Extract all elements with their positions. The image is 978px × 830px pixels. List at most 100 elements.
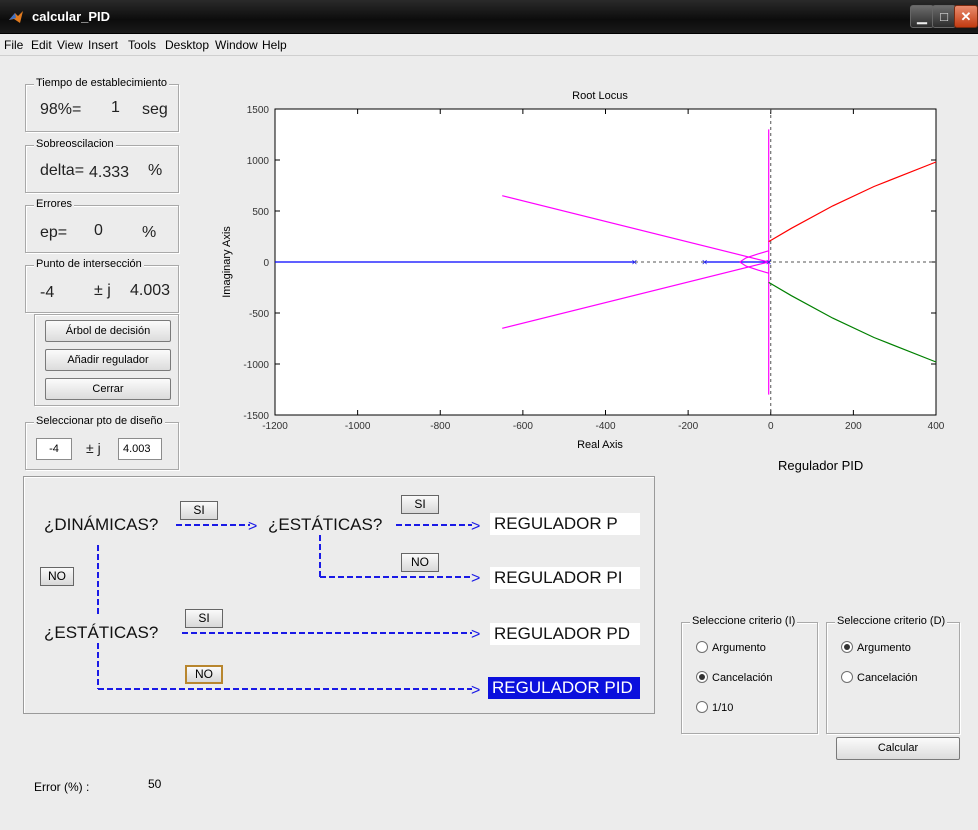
delta-value: 4.333: [89, 164, 130, 181]
x-tick-label: -600: [513, 421, 533, 432]
seleccionar-group: Seleccionar pto de diseño -4 ± j 4.003: [25, 415, 179, 470]
menu-bar: File Edit View Insert Tools Desktop Wind…: [0, 34, 978, 56]
menu-window[interactable]: Window: [215, 38, 258, 52]
window-title: calcular_PID: [32, 9, 111, 24]
root-locus-plot[interactable]: Root Locus Real Axis Imaginary Axis -120…: [200, 84, 960, 474]
real-part-input[interactable]: -4: [36, 438, 72, 460]
error-label: Error (%) :: [34, 780, 90, 794]
x-tick-label: -200: [678, 421, 698, 432]
radio-icon: [841, 671, 853, 683]
estaticas-question-2: ¿ESTÁTICAS?: [44, 623, 159, 642]
matlab-icon: [9, 11, 23, 23]
menu-view[interactable]: View: [57, 38, 83, 52]
errores-group: Errores ep= 0 %: [25, 198, 179, 253]
no-button-estaticas[interactable]: NO: [401, 553, 439, 572]
plot-xlabel: Real Axis: [577, 439, 623, 451]
x-tick-label: 0: [768, 421, 774, 432]
x-tick-label: 400: [928, 421, 945, 432]
tiempo-title: Tiempo de establecimiento: [34, 77, 170, 89]
tiempo-group: Tiempo de establecimiento 98%= 1 seg: [25, 77, 179, 132]
dinamicas-question: ¿DINÁMICAS?: [44, 515, 159, 534]
menu-file[interactable]: File: [4, 38, 23, 52]
criterio-i-1-10-label: 1/10: [712, 702, 734, 714]
regulador-pid-label: REGULADOR PID: [488, 677, 640, 699]
x-tick-label: 200: [845, 421, 862, 432]
arbol-decision-button[interactable]: Árbol de decisión: [45, 320, 171, 342]
x-tick-label: -1000: [345, 421, 371, 432]
y-tick-label: -1500: [243, 411, 269, 422]
regulador-pi-label: REGULADOR PI: [490, 567, 640, 589]
criterio-i-1-10[interactable]: 1/10: [696, 701, 733, 714]
interseccion-real: -4: [40, 284, 55, 301]
svg-text:>: >: [248, 518, 257, 535]
tiempo-unit: seg: [142, 101, 168, 118]
interseccion-title: Punto de intersección: [34, 258, 144, 270]
decision-tree-panel: > > > > > ¿DINÁMICAS? ¿ESTÁTICAS? ¿ESTÁT…: [23, 476, 655, 714]
criterio-i-group: Seleccione criterio (I) Argumento Cancel…: [681, 615, 818, 734]
ep-value: 0: [94, 222, 103, 239]
calcular-button[interactable]: Calcular: [836, 737, 960, 760]
x-tick-label: -400: [595, 421, 615, 432]
svg-text:>: >: [471, 626, 480, 643]
criterio-i-title: Seleccione criterio (I): [690, 615, 798, 627]
criterio-i-cancelacion-label: Cancelación: [712, 672, 773, 684]
menu-desktop[interactable]: Desktop: [165, 38, 209, 52]
title-bar: calcular_PID ▁ □ ✕: [0, 0, 978, 34]
criterio-d-cancelacion[interactable]: Cancelación: [841, 671, 918, 684]
x-tick-label: -1200: [262, 421, 288, 432]
criterio-d-argumento-label: Argumento: [857, 642, 911, 654]
criterio-d-cancelacion-label: Cancelación: [857, 672, 918, 684]
y-tick-label: -500: [249, 309, 269, 320]
pole-marker: ×: [766, 258, 772, 269]
seleccionar-pm: ± j: [86, 440, 101, 456]
no-button-dinamicas[interactable]: NO: [40, 567, 74, 586]
criterio-d-title: Seleccione criterio (D): [835, 615, 948, 627]
y-tick-label: 1500: [247, 105, 270, 116]
criterio-d-group: Seleccione criterio (D) Argumento Cancel…: [826, 615, 960, 734]
regulador-label: Regulador PID: [778, 458, 864, 473]
interseccion-pm: ± j: [94, 282, 111, 299]
close-button[interactable]: ✕: [954, 5, 978, 28]
regulador-pd-label: REGULADOR PD: [490, 623, 640, 645]
seleccionar-title: Seleccionar pto de diseño: [34, 415, 165, 427]
x-tick-label: -800: [430, 421, 450, 432]
criterio-i-cancelacion[interactable]: Cancelación: [696, 671, 773, 684]
plot-ylabel: Imaginary Axis: [221, 226, 233, 298]
svg-text:>: >: [471, 518, 480, 535]
delta-unit: %: [148, 162, 163, 179]
interseccion-group: Punto de intersección -4 ± j 4.003: [25, 258, 179, 313]
radio-selected-icon: [696, 671, 708, 683]
menu-help[interactable]: Help: [262, 38, 287, 52]
actions-panel: Árbol de decisión Añadir regulador Cerra…: [34, 314, 179, 406]
cerrar-button[interactable]: Cerrar: [45, 378, 171, 400]
si-button-dinamicas[interactable]: SI: [180, 501, 218, 520]
no-button-estaticas-2[interactable]: NO: [185, 665, 223, 684]
minimize-button[interactable]: ▁: [910, 5, 934, 28]
pole-marker: ×: [631, 258, 637, 269]
ep-unit: %: [142, 224, 157, 241]
pole-marker: ×: [702, 258, 708, 269]
interseccion-imag: 4.003: [130, 282, 171, 299]
errores-title: Errores: [34, 198, 75, 210]
anadir-regulador-button[interactable]: Añadir regulador: [45, 349, 171, 371]
svg-text:>: >: [471, 682, 480, 699]
radio-icon: [696, 641, 708, 653]
si-button-estaticas-2[interactable]: SI: [185, 609, 223, 628]
plot-title: Root Locus: [572, 90, 628, 102]
tiempo-value: 1: [111, 99, 120, 116]
imag-part-input[interactable]: 4.003: [118, 438, 162, 460]
svg-text:>: >: [471, 570, 480, 587]
criterio-i-argumento-label: Argumento: [712, 642, 766, 654]
menu-edit[interactable]: Edit: [31, 38, 52, 52]
si-button-estaticas[interactable]: SI: [401, 495, 439, 514]
delta-label: delta=: [40, 162, 85, 179]
criterio-i-argumento[interactable]: Argumento: [696, 641, 766, 654]
y-tick-label: -1000: [243, 360, 269, 371]
radio-icon: [696, 701, 708, 713]
criterio-d-argumento[interactable]: Argumento: [841, 641, 911, 654]
menu-tools[interactable]: Tools: [128, 38, 156, 52]
y-tick-label: 0: [263, 258, 269, 269]
menu-insert[interactable]: Insert: [88, 38, 118, 52]
regulador-p-label: REGULADOR P: [490, 513, 640, 535]
maximize-button[interactable]: □: [932, 5, 956, 28]
